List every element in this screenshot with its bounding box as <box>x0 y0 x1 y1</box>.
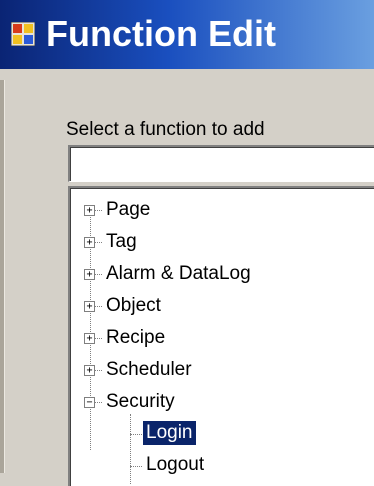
client-edge <box>0 80 5 473</box>
select-function-label: Select a function to add <box>66 119 265 140</box>
plus-expand-icon[interactable]: + <box>84 301 95 312</box>
tree-node-label[interactable]: Scheduler <box>106 358 192 382</box>
tree-connector <box>130 466 142 467</box>
tree-node-label[interactable]: Security <box>106 390 175 414</box>
window-title: Function Edit <box>46 13 276 54</box>
tree-connector <box>95 402 102 403</box>
tree-node-label[interactable]: Alarm & DataLog <box>106 262 251 286</box>
tree-node-label[interactable]: Object <box>106 294 161 318</box>
tree-node-label[interactable]: Logout <box>143 453 207 477</box>
tree-connector <box>95 242 102 243</box>
tree-node-tag[interactable]: + Tag <box>70 226 374 258</box>
plus-expand-icon[interactable]: + <box>84 365 95 376</box>
tree-node-recipe[interactable]: + Recipe <box>70 322 374 354</box>
app-window-icon[interactable] <box>10 21 36 47</box>
tree-node-security[interactable]: − Security <box>70 386 374 418</box>
plus-expand-icon[interactable]: + <box>84 333 95 344</box>
tree-connector <box>95 370 102 371</box>
tree-connector <box>95 338 102 339</box>
tree-connector <box>95 306 102 307</box>
tree-node-label[interactable]: Page <box>106 198 150 222</box>
tree-node-label[interactable]: Recipe <box>106 326 165 350</box>
function-tree[interactable]: + Page + Tag + Alarm & DataLog + Object … <box>68 186 374 486</box>
tree-node-label[interactable]: Tag <box>106 230 137 254</box>
tree-node-label-selected[interactable]: Login <box>143 421 196 445</box>
tree-node-alarm-datalog[interactable]: + Alarm & DataLog <box>70 258 374 290</box>
tree-node-object[interactable]: + Object <box>70 290 374 322</box>
title-bar[interactable]: Function Edit <box>0 0 374 69</box>
tree-connector <box>95 274 102 275</box>
tree-connector <box>95 210 102 211</box>
tree-node-page[interactable]: + Page <box>70 194 374 226</box>
tree-node-logout[interactable]: Logout <box>70 450 374 480</box>
plus-expand-icon[interactable]: + <box>84 237 95 248</box>
tree-node-scheduler[interactable]: + Scheduler <box>70 354 374 386</box>
function-input[interactable] <box>68 145 374 182</box>
plus-expand-icon[interactable]: + <box>84 269 95 280</box>
tree-node-login[interactable]: Login <box>70 418 374 448</box>
minus-collapse-icon[interactable]: − <box>84 397 95 408</box>
plus-expand-icon[interactable]: + <box>84 205 95 216</box>
tree-connector <box>130 434 142 435</box>
